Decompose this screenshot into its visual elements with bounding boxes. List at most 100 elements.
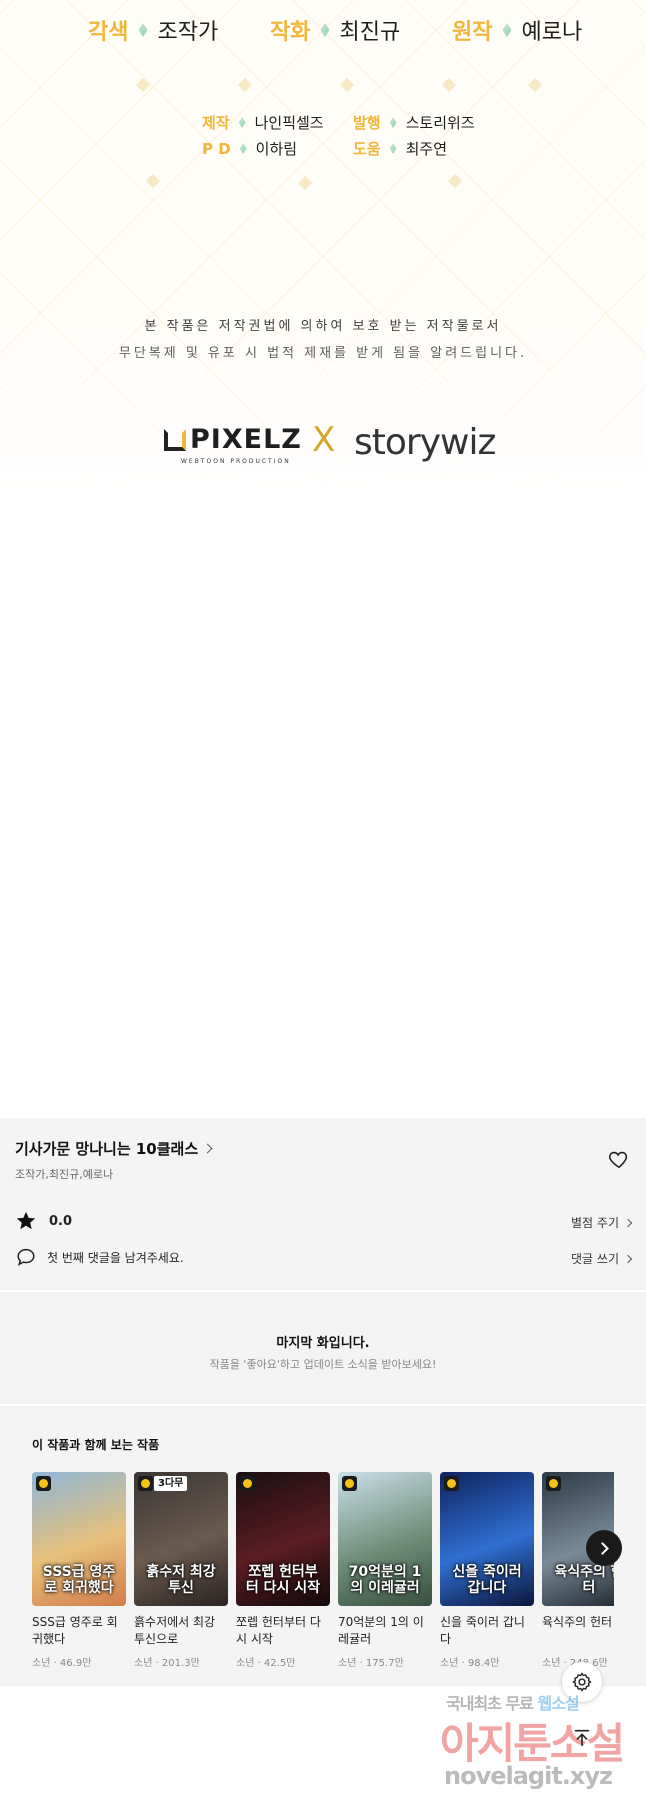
credit-role: 원작 bbox=[452, 20, 493, 45]
cover-thumbnail[interactable]: SSS급 영주로 회귀했다 bbox=[32, 1472, 126, 1606]
credit-publisher: 발행 스토리위즈 bbox=[353, 112, 475, 133]
comment-bubble-icon bbox=[17, 1248, 35, 1266]
clock-badge-icon bbox=[138, 1476, 153, 1491]
gem-icon bbox=[502, 23, 512, 37]
recommend-card[interactable]: 70억분의 1의 이레귤러 70억분의 1의 이레귤러 소년 · 175.7만 bbox=[338, 1472, 432, 1669]
sparkle-decoration bbox=[447, 173, 463, 189]
series-info-panel: 기사가문 망나니는 10클래스 조작가,최진규,예로나 0.0 별점 주기 첫 … bbox=[0, 1118, 646, 1686]
recommend-heading: 이 작품과 함께 보는 작품 bbox=[32, 1438, 160, 1452]
heart-icon[interactable] bbox=[608, 1148, 630, 1170]
credit-original: 원작 예로나 bbox=[452, 14, 582, 46]
recommend-carousel: SSS급 영주로 회귀했다 SSS급 영주로 회귀했다 소년 · 46.9만 3다무 흙… bbox=[32, 1472, 614, 1672]
clock-badge-icon bbox=[36, 1476, 51, 1491]
cover-title-art: 흙수저 최강투신 bbox=[146, 1564, 216, 1596]
sparkle-decoration bbox=[145, 173, 161, 189]
copyright-notice-line2: 무단복제 및 유포 시 법적 제재를 받게 됨을 알려드립니다. bbox=[118, 346, 528, 361]
chevron-right-icon bbox=[623, 1218, 633, 1227]
credit-pd: P D 이하림 bbox=[202, 138, 297, 159]
carousel-next-button[interactable] bbox=[586, 1530, 622, 1566]
card-title: SSS급 영주로 회귀했다 bbox=[32, 1615, 118, 1646]
credit-role: 도움 bbox=[353, 140, 381, 158]
last-episode-title: 마지막 화입니다. bbox=[276, 1336, 370, 1351]
gem-icon bbox=[389, 143, 397, 154]
credit-name: 나인픽셀즈 bbox=[254, 114, 324, 132]
pixelz-tagline: WEBTOON PRODUCTION bbox=[181, 458, 291, 465]
sparkle-decoration bbox=[237, 77, 253, 93]
card-meta: 소년 · 201.3만 bbox=[134, 1658, 200, 1669]
chevron-right-icon bbox=[202, 1143, 213, 1154]
cover-title-art: 육식주의 헌터 bbox=[554, 1564, 614, 1596]
cover-title-art: 쪼렙 헌터부터 다시 시작 bbox=[245, 1564, 321, 1596]
card-meta: 소년 · 42.5만 bbox=[236, 1658, 296, 1669]
credit-role: 제작 bbox=[202, 114, 230, 132]
sparkle-decoration bbox=[339, 77, 355, 93]
clock-badge-icon bbox=[240, 1476, 255, 1491]
card-title: 흙수저에서 최강 투신으로 bbox=[134, 1615, 216, 1646]
chevron-right-icon bbox=[595, 1541, 609, 1555]
rate-button[interactable]: 별점 주기 bbox=[571, 1214, 633, 1231]
pixelz-mark-icon bbox=[164, 428, 186, 451]
credit-name: 조작가 bbox=[157, 20, 219, 45]
recommend-card[interactable]: 3다무흙수저 최강투신흙수저에서 최강 투신으로소년 · 201.3만 bbox=[134, 1472, 228, 1669]
clock-badge-icon bbox=[444, 1476, 459, 1491]
rating-row: 0.0 bbox=[15, 1210, 72, 1232]
cover-thumbnail[interactable]: 신을 죽이러 갑니다 bbox=[440, 1472, 534, 1606]
chevron-right-icon bbox=[623, 1254, 633, 1263]
card-title: 신을 죽이러 갑니다 bbox=[440, 1615, 525, 1646]
credit-adaptation: 각색 조작가 bbox=[88, 14, 218, 46]
copyright-notice-line1: 본 작품은 저작권법에 의하여 보호 받는 저작물로서 bbox=[144, 319, 502, 334]
rate-button-label: 별점 주기 bbox=[571, 1216, 619, 1230]
arrow-up-icon bbox=[574, 1729, 590, 1747]
gem-icon bbox=[138, 23, 148, 37]
recommend-card[interactable]: 육식주의 헌터육식주의 헌터소년 · 248.6만 bbox=[542, 1472, 614, 1669]
credit-role: 발행 bbox=[353, 114, 381, 132]
credit-name: 이하림 bbox=[255, 140, 298, 158]
credit-production: 제작 나인픽셀즈 bbox=[202, 112, 324, 133]
sparkle-decoration bbox=[527, 77, 543, 93]
credit-role: 작화 bbox=[270, 20, 311, 45]
series-title-link[interactable]: 기사가문 망나니는 10클래스 bbox=[15, 1138, 213, 1159]
write-comment-label: 댓글 쓰기 bbox=[571, 1252, 619, 1266]
watermark: 국내최초 무료 웹소설 아지툰소설 novelagit.xyz bbox=[440, 1690, 640, 1800]
recommend-card[interactable]: 신을 죽이러 갑니다 신을 죽이러 갑니다 소년 · 98.4만 bbox=[440, 1472, 534, 1669]
gem-icon bbox=[320, 23, 330, 37]
series-authors: 조작가,최진규,예로나 bbox=[15, 1168, 114, 1181]
collab-x: X bbox=[312, 420, 336, 460]
gem-icon bbox=[389, 117, 397, 128]
star-icon bbox=[16, 1211, 36, 1230]
comment-row: 첫 번째 댓글을 남겨주세요. bbox=[15, 1246, 184, 1268]
sparkle-decoration bbox=[441, 77, 457, 93]
cover-thumbnail[interactable]: 3다무흙수저 최강투신 bbox=[134, 1472, 228, 1606]
series-title: 기사가문 망나니는 10클래스 bbox=[15, 1140, 199, 1158]
cover-title-art: 70억분의 1의 이레귤러 bbox=[348, 1564, 422, 1596]
credit-role: 각색 bbox=[88, 20, 129, 45]
sparkle-decoration bbox=[135, 77, 151, 93]
credit-role: P D bbox=[202, 139, 231, 158]
divider bbox=[0, 1404, 646, 1406]
credit-name: 최주연 bbox=[405, 140, 448, 158]
scroll-top-button[interactable] bbox=[562, 1718, 602, 1758]
cover-thumbnail[interactable]: 70억분의 1의 이레귤러 bbox=[338, 1472, 432, 1606]
card-meta: 소년 · 175.7만 bbox=[338, 1658, 404, 1669]
sparkle-decoration bbox=[297, 175, 313, 191]
free-badge: 3다무 bbox=[154, 1476, 188, 1491]
recommend-card[interactable]: 쪼렙 헌터부터 다시 시작 쪼렙 헌터부터 다시 시작 소년 · 42.5만 bbox=[236, 1472, 330, 1669]
watermark-line3: novelagit.xyz bbox=[444, 1762, 613, 1790]
credit-name: 스토리위즈 bbox=[405, 114, 475, 132]
comment-prompt: 첫 번째 댓글을 남겨주세요. bbox=[47, 1250, 184, 1265]
storywiz-logo: storywiz bbox=[354, 422, 496, 463]
credit-assist: 도움 최주연 bbox=[353, 138, 447, 159]
gem-icon bbox=[239, 143, 247, 154]
rating-value: 0.0 bbox=[49, 1213, 73, 1229]
cover-thumbnail[interactable]: 쪼렙 헌터부터 다시 시작 bbox=[236, 1472, 330, 1606]
credit-name: 최진규 bbox=[339, 20, 401, 45]
card-title: 육식주의 헌터 bbox=[542, 1615, 613, 1629]
pixelz-wordmark: PIXELZ bbox=[190, 424, 302, 455]
recommend-card[interactable]: SSS급 영주로 회귀했다 SSS급 영주로 회귀했다 소년 · 46.9만 bbox=[32, 1472, 126, 1669]
main-credits: 각색 조작가 작화 최진규 원작 예로나 bbox=[0, 14, 646, 48]
cover-title-art: 신을 죽이러 갑니다 bbox=[452, 1564, 522, 1596]
credit-name: 예로나 bbox=[521, 20, 583, 45]
credit-art: 작화 최진규 bbox=[270, 14, 400, 46]
cover-title-art: SSS급 영주로 회귀했다 bbox=[42, 1564, 116, 1596]
write-comment-button[interactable]: 댓글 쓰기 bbox=[571, 1250, 633, 1267]
